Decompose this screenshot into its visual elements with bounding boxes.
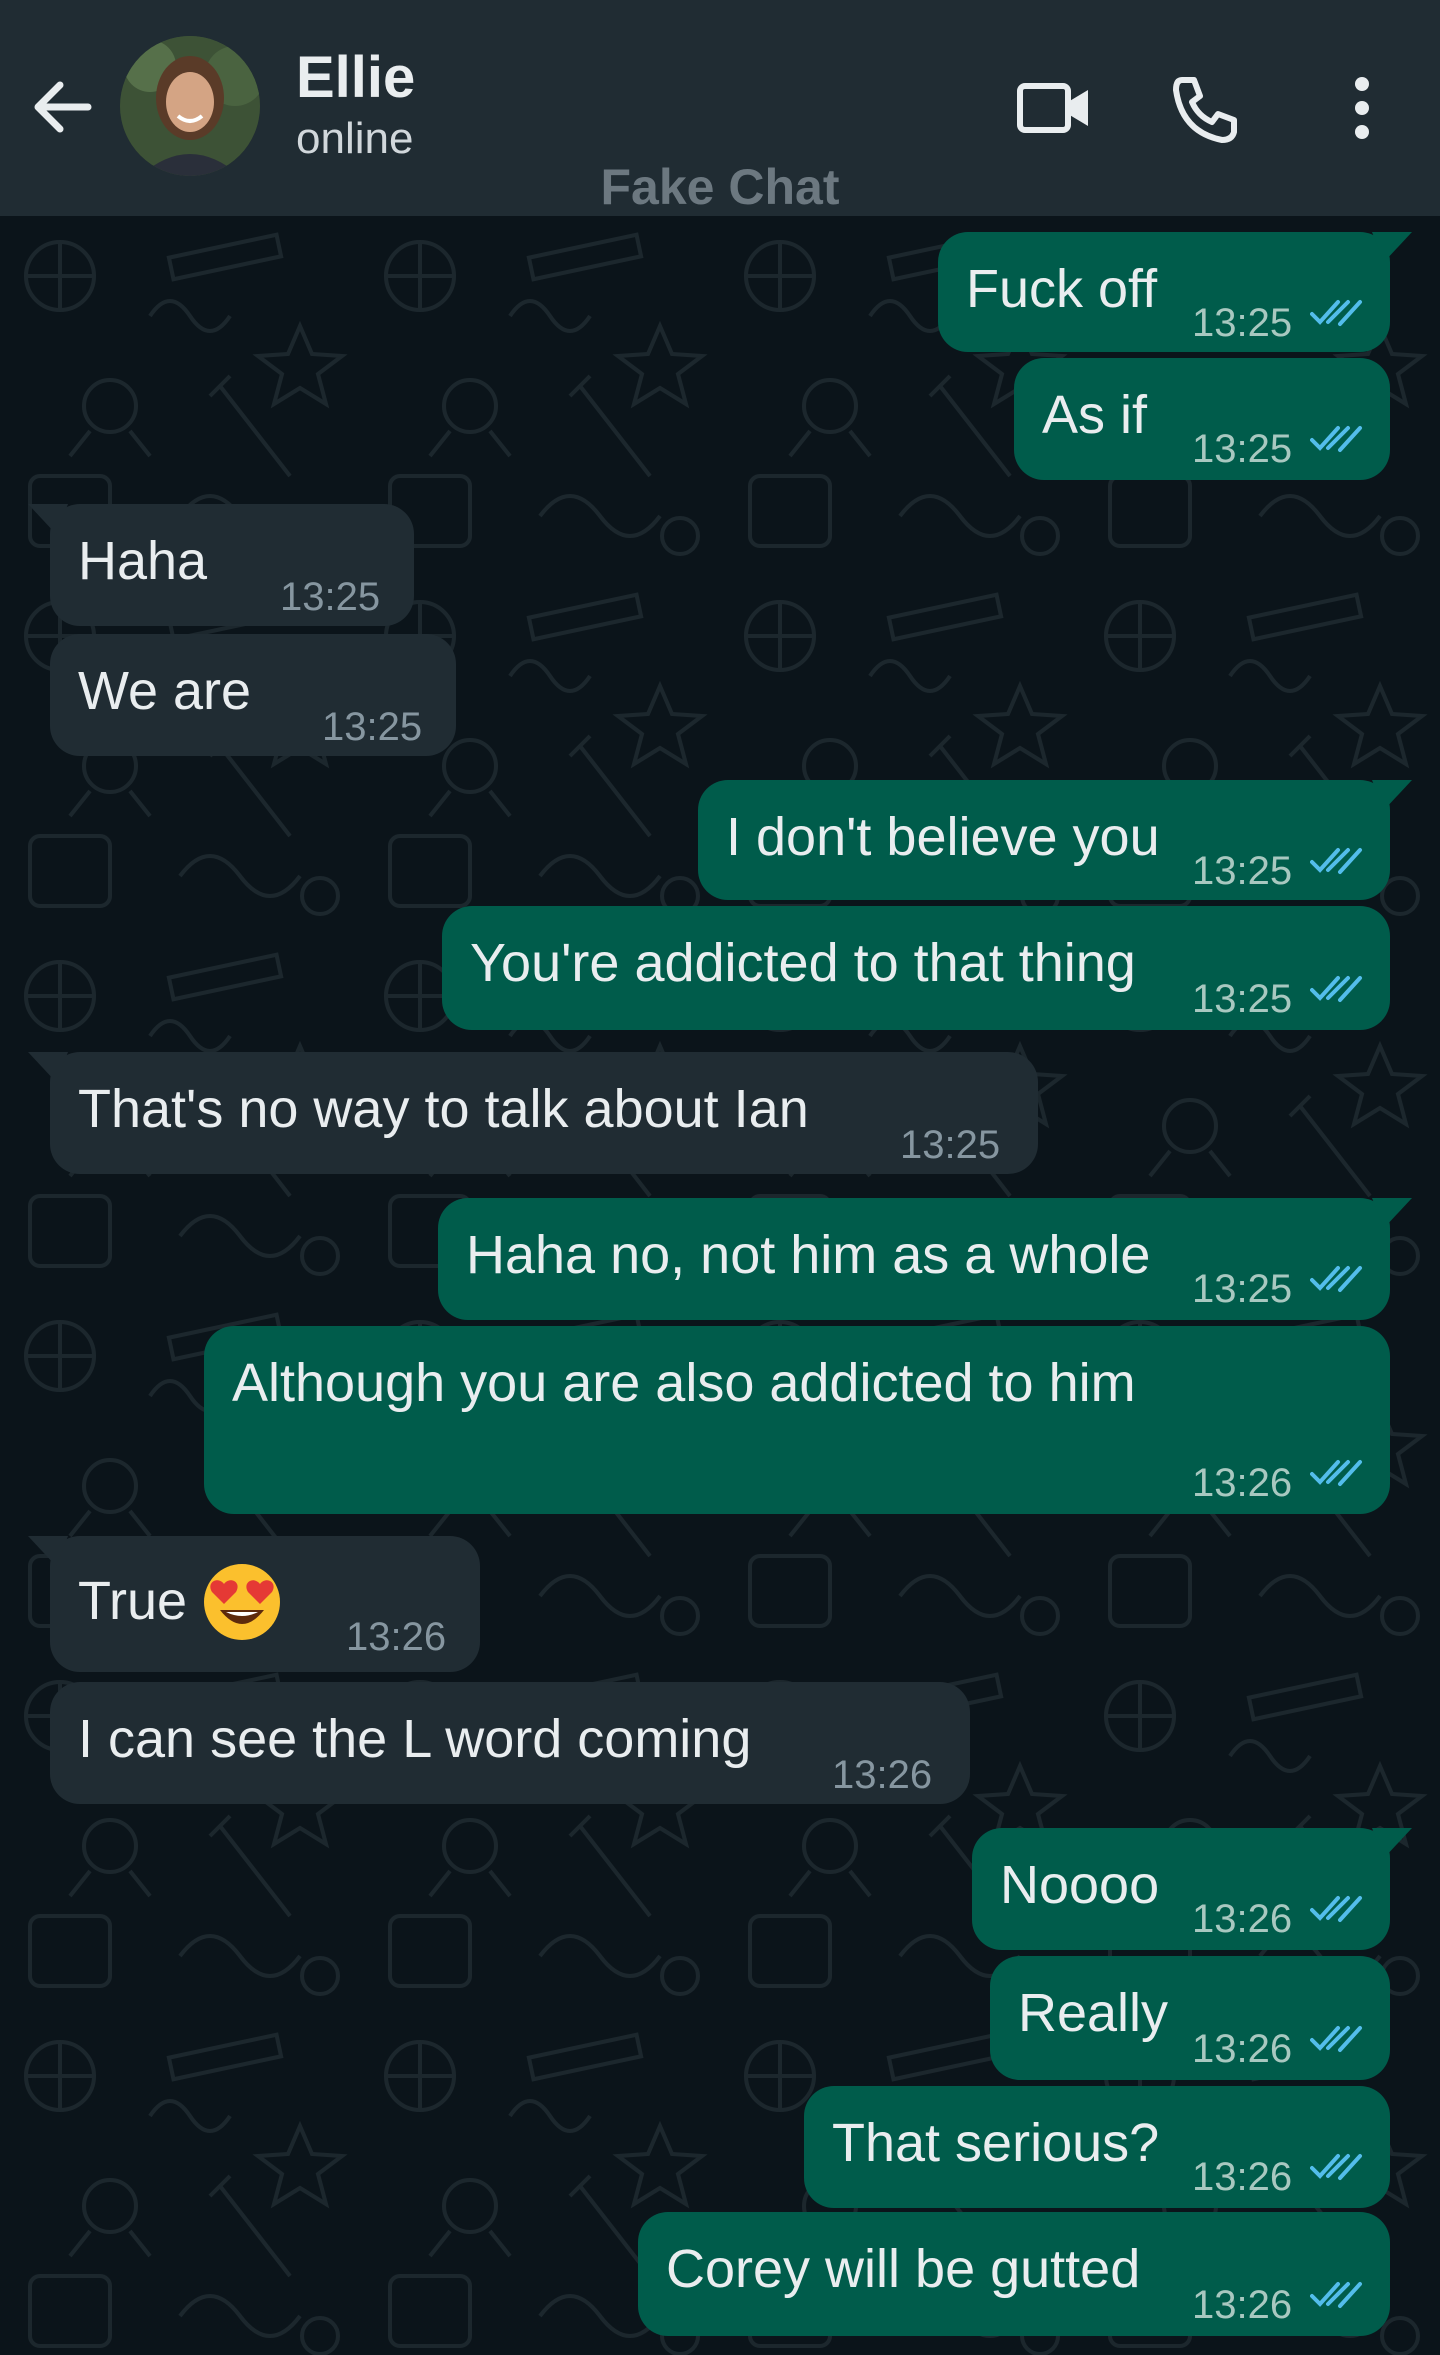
message-text: Haha xyxy=(78,531,208,591)
message-text: True xyxy=(78,1571,188,1631)
message-incoming[interactable]: That's no way to talk about Ian 13:25 xyxy=(28,1052,1038,1174)
message-time: 13:25 xyxy=(322,705,423,749)
message-outgoing[interactable]: You're addicted to that thing 13:25 xyxy=(442,906,1390,1030)
contact-name[interactable]: Ellie xyxy=(296,44,415,111)
message-text: Haha no, not him as a whole xyxy=(466,1225,1151,1285)
message-time: 13:26 xyxy=(346,1615,447,1659)
message-incoming[interactable]: I can see the L word coming 13:26 xyxy=(50,1682,970,1804)
message-outgoing[interactable]: Fuck off 13:25 xyxy=(938,232,1412,352)
message-incoming[interactable]: True 13:26 xyxy=(28,1536,480,1672)
message-outgoing[interactable]: Corey will be gutted 13:26 xyxy=(638,2212,1390,2336)
message-outgoing[interactable]: Really 13:26 xyxy=(990,1956,1390,2080)
read-receipt-icon xyxy=(1310,2282,1362,2308)
read-receipt-icon xyxy=(1310,848,1362,874)
heart-eyes-emoji-icon xyxy=(204,1564,280,1640)
chat-header: Ellie online Fake Chat xyxy=(0,0,1440,216)
message-outgoing[interactable]: Noooo 13:26 xyxy=(972,1828,1412,1950)
message-outgoing[interactable]: Haha no, not him as a whole 13:25 xyxy=(438,1198,1412,1320)
message-text: We are xyxy=(78,661,252,721)
read-receipt-icon xyxy=(1310,1266,1362,1292)
message-time: 13:26 xyxy=(1192,1461,1293,1505)
message-text: I can see the L word coming xyxy=(78,1709,752,1769)
message-outgoing[interactable]: As if 13:25 xyxy=(1014,358,1390,480)
chat-area[interactable]: Fuck off 13:25 As if 13:25 Haha 13:25 We… xyxy=(0,216,1440,2355)
message-text: That's no way to talk about Ian xyxy=(78,1079,809,1139)
message-incoming[interactable]: We are 13:25 xyxy=(50,634,456,756)
message-text: Although you are also addicted to him xyxy=(232,1353,1136,1413)
message-time: 13:25 xyxy=(1192,427,1293,471)
message-text: I don't believe you xyxy=(726,807,1160,867)
phone-call-icon[interactable] xyxy=(1166,72,1246,144)
message-text: As if xyxy=(1042,385,1148,445)
message-time: 13:25 xyxy=(900,1123,1001,1167)
message-time: 13:26 xyxy=(832,1753,933,1797)
message-time: 13:25 xyxy=(1192,977,1293,1021)
read-receipt-icon xyxy=(1310,2026,1362,2052)
contact-avatar[interactable] xyxy=(120,36,260,176)
read-receipt-icon xyxy=(1310,1896,1362,1922)
message-time: 13:25 xyxy=(280,575,381,619)
message-outgoing[interactable]: I don't believe you 13:25 xyxy=(698,780,1412,900)
video-call-icon[interactable] xyxy=(1014,72,1094,144)
back-arrow-icon[interactable] xyxy=(26,72,96,142)
message-outgoing[interactable]: That serious? 13:26 xyxy=(804,2086,1390,2208)
message-text: You're addicted to that thing xyxy=(470,933,1136,993)
message-text: That serious? xyxy=(832,2113,1160,2173)
message-time: 13:25 xyxy=(1192,849,1293,893)
message-text: Really xyxy=(1018,1983,1169,2043)
message-time: 13:26 xyxy=(1192,2283,1293,2327)
message-time: 13:26 xyxy=(1192,2155,1293,2199)
message-text: Noooo xyxy=(1000,1855,1160,1915)
read-receipt-icon xyxy=(1310,976,1362,1002)
read-receipt-icon xyxy=(1310,426,1362,452)
message-time: 13:26 xyxy=(1192,2027,1293,2071)
read-receipt-icon xyxy=(1310,2154,1362,2180)
message-outgoing[interactable]: Although you are also addicted to him 13… xyxy=(204,1326,1390,1514)
message-time: 13:25 xyxy=(1192,301,1293,345)
read-receipt-icon xyxy=(1310,300,1362,326)
message-text: Corey will be gutted xyxy=(666,2239,1141,2299)
message-time: 13:25 xyxy=(1192,1267,1293,1311)
contact-status: online xyxy=(296,114,414,163)
message-text: Fuck off xyxy=(966,259,1158,319)
read-receipt-icon xyxy=(1310,1460,1362,1486)
more-options-icon[interactable] xyxy=(1322,72,1402,144)
watermark-text: Fake Chat xyxy=(600,159,840,215)
message-time: 13:26 xyxy=(1192,1897,1293,1941)
message-incoming[interactable]: Haha 13:25 xyxy=(28,504,414,626)
